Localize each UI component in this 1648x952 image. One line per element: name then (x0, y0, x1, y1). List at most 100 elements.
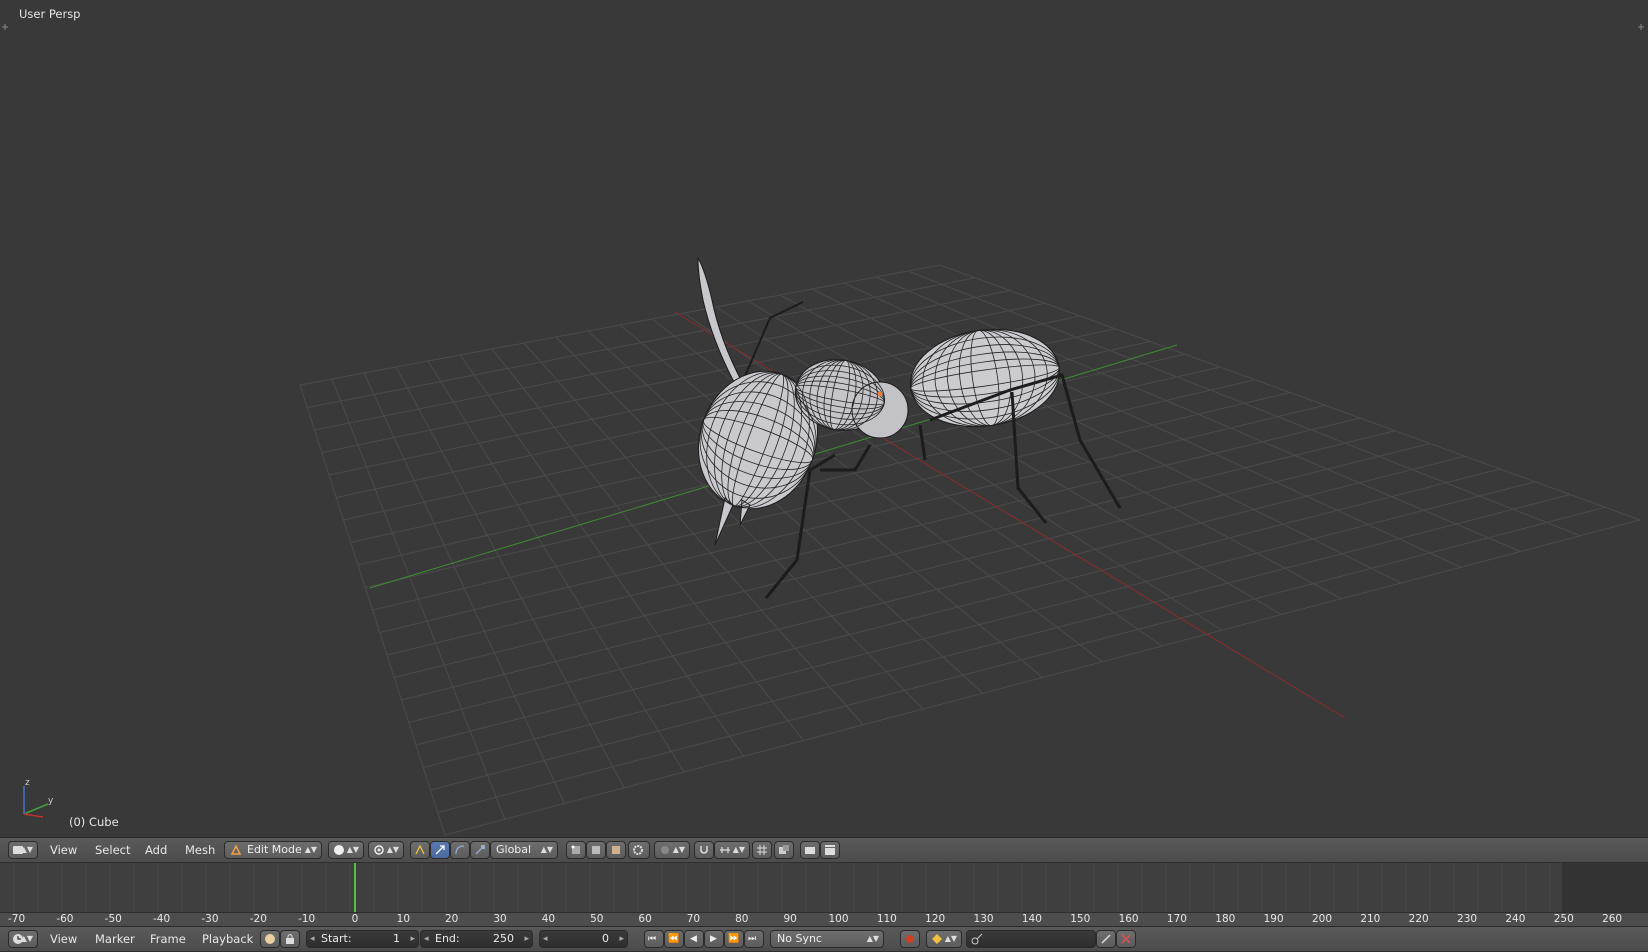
proportional-edit-select[interactable]: ▲▼ (654, 841, 690, 859)
keyframe-icon (932, 934, 942, 944)
view3d-header: ▲▼ View Select Add Mesh Edit Mode ▲▼ ▲▼ … (0, 837, 1648, 863)
render-still-button[interactable] (800, 841, 820, 859)
ruler-tick-label: -10 (298, 913, 316, 925)
3d-viewport[interactable]: User Persp z y (0) Cube (0, 0, 1648, 837)
magnet-icon (700, 846, 708, 854)
ruler-tick-label: 30 (493, 913, 507, 925)
jump-keyframe-forward-button[interactable]: ⏩ (724, 930, 744, 948)
menu-playback[interactable]: Playback (202, 927, 253, 951)
edge-select-icon (592, 846, 600, 854)
ruler-tick-label: 220 (1408, 913, 1429, 925)
key-delete-icon (1121, 934, 1131, 944)
chevron-updown-icon: ▲▼ (304, 845, 317, 854)
edit-mode-icon (230, 844, 242, 855)
ruler-tick-label: 260 (1602, 913, 1623, 925)
vertex-select-icon (571, 845, 580, 854)
corner-widget-icon[interactable] (0, 22, 10, 32)
scene-canvas[interactable] (0, 0, 1648, 837)
gear-icon (633, 845, 643, 855)
snap-element-select[interactable]: ▲▼ (714, 841, 750, 859)
transform-orientation-select[interactable]: Global ▲▼ (490, 841, 558, 859)
ruler-tick-label: 20 (445, 913, 459, 925)
chevron-left-icon: ◂ (424, 934, 429, 944)
ruler-tick-label: 170 (1166, 913, 1187, 925)
scale-manipulator-button[interactable] (470, 841, 490, 859)
ruler-tick-label: 110 (876, 913, 897, 925)
ruler-tick-label: 180 (1215, 913, 1236, 925)
ruler-tick-label: 80 (735, 913, 749, 925)
auto-keying-button[interactable] (900, 930, 920, 948)
menu-mesh[interactable]: Mesh (185, 838, 215, 862)
timeline-out-range (1562, 863, 1648, 912)
menu-select[interactable]: Select (95, 838, 130, 862)
jump-end-button[interactable]: ⏭ (744, 930, 764, 948)
ruler-tick-label: -50 (104, 913, 122, 925)
corner-widget-icon[interactable] (1636, 22, 1646, 32)
preview-range-button[interactable] (260, 930, 280, 948)
snap-increment-icon (720, 847, 730, 853)
snap-target-button[interactable] (752, 841, 772, 859)
manipulator-toggle[interactable] (410, 841, 430, 859)
ruler-tick-label: 160 (1118, 913, 1139, 925)
grid-icon (757, 845, 767, 855)
timeline-area[interactable] (0, 863, 1648, 912)
play-reverse-button[interactable]: ◀ (684, 930, 704, 948)
render-layers-button[interactable] (774, 841, 794, 859)
menu-marker[interactable]: Marker (95, 927, 135, 951)
scale-icon (475, 845, 485, 855)
ruler-tick-label: -30 (201, 913, 219, 925)
menu-view[interactable]: View (50, 838, 77, 862)
editor-type-button[interactable]: ▲▼ (8, 930, 38, 948)
delete-keyframe-button[interactable] (1116, 930, 1136, 948)
ruler-tick-label: 240 (1505, 913, 1526, 925)
timeline-ruler[interactable]: -70 -60 -50 -40 -30 -20 -10 0 10 20 30 40 50 60 70 80 90… (0, 912, 1648, 926)
menu-view[interactable]: View (50, 927, 77, 951)
occlude-geometry-button[interactable] (628, 841, 650, 859)
layers-icon (779, 845, 789, 854)
ruler-tick-label: -60 (56, 913, 74, 925)
solid-shading-icon (334, 845, 344, 855)
start-frame-field[interactable]: ◂ Start: 1 ▸ (306, 930, 419, 948)
vertex-select-button[interactable] (566, 841, 586, 859)
ruler-tick-label: 130 (973, 913, 994, 925)
ruler-tick-label: 210 (1360, 913, 1381, 925)
ruler-tick-label: 90 (783, 913, 797, 925)
viewport-shading-select[interactable]: ▲▼ (328, 841, 364, 859)
render-animation-button[interactable] (820, 841, 840, 859)
play-button[interactable]: ▶ (704, 930, 724, 948)
snap-toggle[interactable] (694, 841, 714, 859)
view-perspective-label: User Persp (19, 7, 81, 21)
end-frame-field[interactable]: ◂ End: 250 ▸ (420, 930, 533, 948)
face-select-button[interactable] (606, 841, 626, 859)
menu-frame[interactable]: Frame (150, 927, 186, 951)
chevron-right-icon: ▸ (524, 934, 529, 944)
jump-keyframe-back-button[interactable]: ⏪ (664, 930, 684, 948)
keying-set-select[interactable]: ▲▼ (926, 930, 962, 948)
insert-keyframe-button[interactable] (1096, 930, 1116, 948)
camera-icon (805, 847, 815, 854)
chevron-left-icon: ◂ (543, 934, 548, 944)
ruler-tick-label: 250 (1553, 913, 1574, 925)
editor-type-button[interactable]: ▲▼ (8, 841, 38, 859)
ruler-tick-label: -20 (249, 913, 267, 925)
translate-manipulator-button[interactable] (430, 841, 450, 859)
current-frame-field[interactable]: ◂ 0 ▸ (539, 930, 628, 948)
rotate-icon (455, 845, 465, 855)
pivot-point-select[interactable]: ▲▼ (368, 841, 404, 859)
mode-select[interactable]: Edit Mode ▲▼ (224, 841, 322, 859)
rotate-manipulator-button[interactable] (450, 841, 470, 859)
pivot-icon (374, 845, 384, 855)
active-keying-set-field[interactable] (966, 930, 1096, 948)
lock-range-button[interactable] (280, 930, 300, 948)
menu-add[interactable]: Add (145, 838, 167, 862)
svg-text:y: y (48, 796, 54, 806)
jump-start-button[interactable]: ⏮ (644, 930, 664, 948)
edge-select-button[interactable] (586, 841, 606, 859)
active-object-label: (0) Cube (69, 815, 119, 829)
ruler-tick-label: 230 (1457, 913, 1478, 925)
timeline-canvas (13, 863, 1648, 912)
clock-icon (265, 934, 275, 944)
chevron-right-icon: ▸ (410, 934, 415, 944)
play-icon: ▶ (710, 934, 717, 944)
sync-mode-select[interactable]: No Sync ▲▼ (770, 930, 884, 948)
